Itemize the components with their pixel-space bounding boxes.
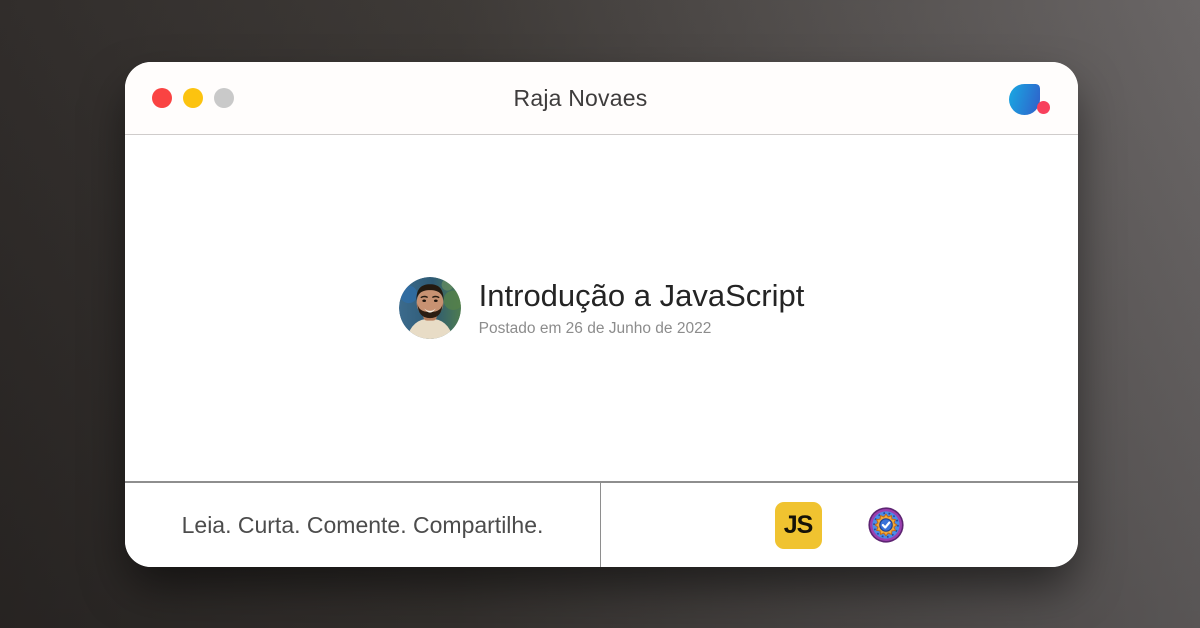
maximize-window-icon[interactable] xyxy=(214,88,234,108)
post-date: Postado em 26 de Junho de 2022 xyxy=(478,319,712,337)
window-title: Raja Novaes xyxy=(513,84,648,111)
post-content-area: Introdução a JavaScript Postado em 26 de… xyxy=(125,135,1078,481)
avatar xyxy=(398,277,461,339)
minimize-window-icon[interactable] xyxy=(183,88,203,108)
post-text-block: Introdução a JavaScript Postado em 26 de… xyxy=(479,278,805,339)
dark-gradient-background: Raja Novaes Introdução a JavaScript Post… xyxy=(0,0,1200,628)
dio-logo-icon xyxy=(1009,84,1050,117)
tagline-text: Leia. Curta. Comente. Compartilhe. xyxy=(181,511,544,538)
footer-badges-cell: JS xyxy=(601,483,1078,567)
browser-window-card: Raja Novaes Introdução a JavaScript Post… xyxy=(125,62,1078,567)
achievement-medal-icon xyxy=(867,506,905,544)
post-title: Introdução a JavaScript xyxy=(478,277,805,313)
window-titlebar: Raja Novaes xyxy=(125,62,1078,135)
javascript-logo-icon: JS xyxy=(774,501,822,549)
dio-blue-drop-shape xyxy=(1009,84,1040,115)
footer-tagline-cell: Leia. Curta. Comente. Compartilhe. xyxy=(125,483,601,567)
dio-red-dot xyxy=(1037,101,1050,114)
close-window-icon[interactable] xyxy=(152,88,172,108)
card-footer: Leia. Curta. Comente. Compartilhe. JS xyxy=(125,481,1078,567)
author-photo-illustration xyxy=(398,277,461,339)
post-header: Introdução a JavaScript Postado em 26 de… xyxy=(398,277,805,339)
traffic-light-buttons xyxy=(152,62,234,134)
